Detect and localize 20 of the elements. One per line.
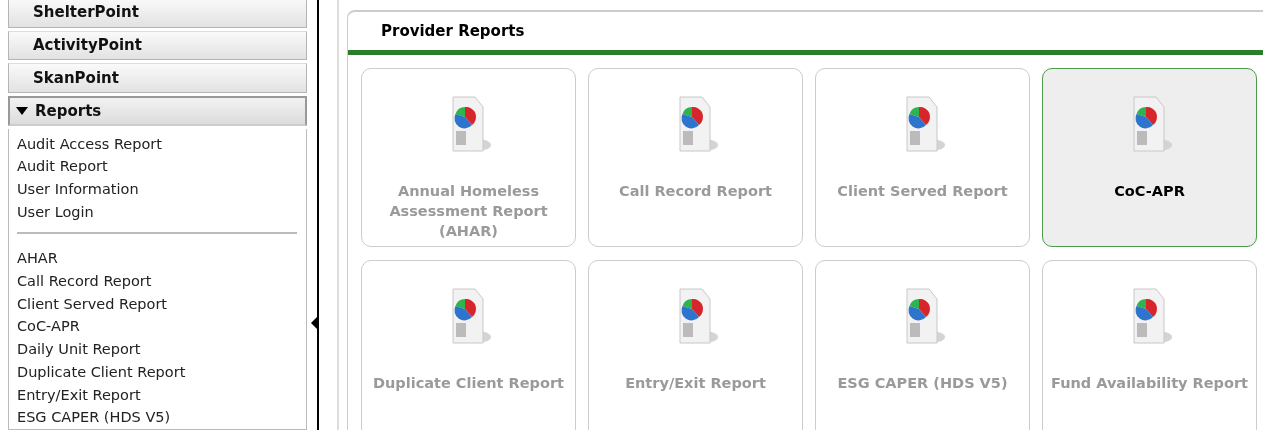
sidebar-section[interactable]: ActivityPoint (8, 30, 307, 61)
report-link[interactable]: AHAR (17, 247, 298, 271)
report-link[interactable]: User Information (17, 177, 298, 201)
report-link[interactable]: Entry/Exit Report (17, 383, 298, 407)
report-link[interactable]: Audit Access Report (17, 132, 298, 156)
sidebar-section[interactable]: Reports (8, 95, 307, 126)
report-link[interactable]: ESG CAPER (HDS V5) (17, 406, 298, 429)
caret-icon (16, 106, 28, 115)
report-link[interactable]: Audit Report (17, 155, 298, 178)
sidebar-section[interactable]: ShelterPoint (8, 0, 307, 28)
collapse-arrow-icon[interactable] (311, 317, 317, 329)
report-link[interactable]: Client Served Report (17, 292, 298, 316)
sidebar-section[interactable]: SkanPoint (8, 63, 307, 93)
report-link[interactable]: Duplicate Client Report (17, 360, 298, 384)
report-link[interactable]: User Login (17, 200, 298, 224)
report-link[interactable]: Daily Unit Report (17, 338, 298, 361)
report-link[interactable]: CoC-APR (17, 315, 298, 339)
report-tile[interactable]: CoC-APR (1042, 68, 1257, 247)
panel-title: Provider Reports (381, 22, 525, 40)
report-link[interactable]: Call Record Report (17, 270, 298, 293)
